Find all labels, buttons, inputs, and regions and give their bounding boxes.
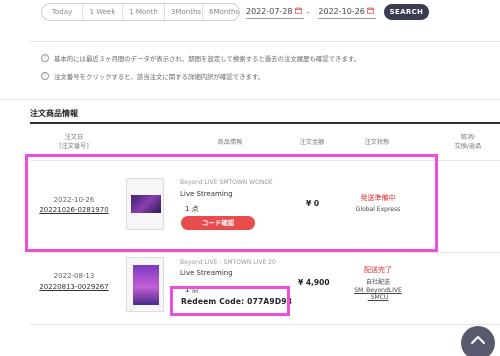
- redeem-code: Redeem Code: 077A9D98: [181, 297, 293, 306]
- scroll-top-button[interactable]: [461, 326, 495, 356]
- header-date: 注文日 [注文番号]: [34, 133, 114, 151]
- period-1month-button[interactable]: 1 Month: [123, 4, 165, 20]
- order-amount: ¥ 4,900: [298, 278, 330, 287]
- date-from-value: 2022-07-28: [246, 7, 293, 16]
- header-order-no-label: [注文番号]: [59, 143, 89, 150]
- calendar-icon[interactable]: [294, 7, 302, 16]
- notice-text: 注文番号をクリックすると、該当注文に関する詳細内訳が確認できます。: [54, 72, 264, 81]
- product-thumbnail[interactable]: [126, 257, 164, 312]
- calendar-icon[interactable]: [366, 7, 374, 16]
- notice-item: ! 注文番号をクリックすると、該当注文に関する詳細内訳が確認できます。: [41, 71, 360, 81]
- order-status: 配送完了: [364, 266, 392, 274]
- row-divider: [30, 252, 500, 253]
- row-divider: [30, 324, 500, 325]
- date-from-field[interactable]: 2022-07-28: [246, 5, 304, 19]
- filter-divider: [30, 41, 500, 42]
- date-to-value: 2022-10-26: [318, 7, 365, 16]
- product-name-link[interactable]: Live Streaming: [180, 269, 233, 277]
- header-cancel-label: 取消/: [460, 134, 476, 141]
- period-3months-button[interactable]: 3Months: [165, 4, 203, 20]
- date-filter-bar: Today 1 Week 1 Month 3Months 6Months 202…: [41, 3, 429, 21]
- header-status: 注文状態: [364, 139, 390, 146]
- product-subtitle: Beyond LIVE SMTOWN WONDE: [180, 179, 273, 186]
- thumbnail-image: [131, 195, 161, 213]
- order-number-link[interactable]: 20220813-0029267: [34, 283, 114, 291]
- notice-text: 基本的には最近３ヶ月間のデータが表示され、期間を設定して検索すると過去の注文履歴…: [54, 54, 360, 63]
- notice-item: ! 基本的には最近３ヶ月間のデータが表示され、期間を設定して検索すると過去の注文…: [41, 53, 360, 63]
- header-exchange-label: 交換/返品: [454, 143, 482, 150]
- product-quantity: 1 点: [185, 205, 199, 213]
- search-button[interactable]: SEARCH: [383, 4, 429, 20]
- order-date: 2022-08-13: [53, 272, 95, 280]
- section-title: 注文商品情報: [30, 109, 78, 118]
- code-check-button[interactable]: コード確認: [181, 216, 255, 230]
- shipping-method: 自社配送: [365, 279, 390, 286]
- order-amount: ¥ 0: [306, 199, 320, 208]
- thumbnail-image: [133, 265, 159, 305]
- info-icon: !: [41, 72, 49, 80]
- header-date-label: 注文日: [64, 134, 84, 141]
- product-thumbnail[interactable]: [126, 178, 164, 230]
- period-1week-button[interactable]: 1 Week: [83, 4, 123, 20]
- period-6months-button[interactable]: 6Months: [203, 4, 239, 20]
- shipping-link-line-1: SM_BeyondLIVE: [354, 287, 402, 294]
- header-cancel: 取消/ 交換/返品: [438, 133, 498, 151]
- order-number-link[interactable]: 20221026-0281970: [34, 206, 114, 214]
- date-separator: -: [306, 7, 310, 17]
- chevron-up-icon: [471, 336, 485, 344]
- header-product: 商品情報: [217, 139, 243, 146]
- order-date: 2022-10-26: [53, 196, 95, 204]
- header-amount: 注文金額: [299, 139, 325, 146]
- notice-list: ! 基本的には最近３ヶ月間のデータが表示され、期間を設定して検索すると過去の注文…: [41, 53, 360, 89]
- section-divider: [0, 99, 500, 100]
- shipping-link-line-2: _SMCU: [367, 294, 389, 301]
- product-quantity: 1 点: [185, 286, 199, 294]
- product-name-link[interactable]: Live Streaming: [180, 190, 233, 198]
- period-today-button[interactable]: Today: [42, 4, 83, 20]
- shipping-method: Global Express: [355, 206, 401, 213]
- row-divider: [30, 160, 500, 161]
- product-subtitle: Beyond LIVE - SMTOWN LIVE 20: [180, 259, 276, 266]
- table-top-border: [30, 122, 500, 124]
- shipping-link[interactable]: SM_BeyondLIVE _SMCU: [348, 287, 408, 301]
- date-to-field[interactable]: 2022-10-26: [318, 5, 376, 19]
- order-status: 発送準備中: [360, 194, 396, 202]
- period-selector: Today 1 Week 1 Month 3Months 6Months: [41, 3, 240, 21]
- info-icon: !: [41, 54, 49, 62]
